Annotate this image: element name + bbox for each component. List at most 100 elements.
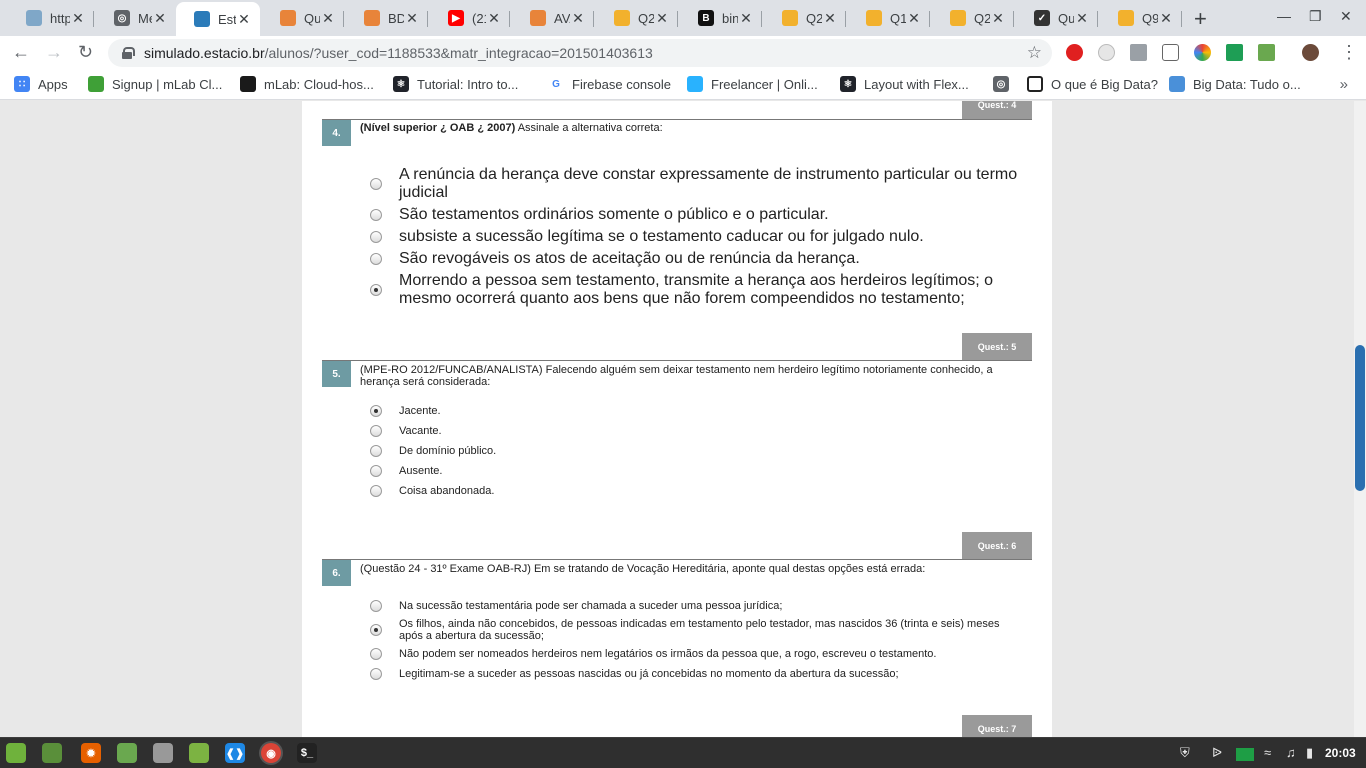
browser-tab[interactable]: Que✕ — [262, 4, 344, 32]
browser-tab[interactable]: AVA✕ — [512, 4, 594, 32]
tab-close-icon[interactable]: ✕ — [906, 10, 922, 27]
tab-close-icon[interactable]: ✕ — [236, 11, 252, 28]
browser-tab[interactable]: Q9 ✕ — [1100, 4, 1182, 32]
answer-option[interactable]: Vacante. — [370, 425, 1020, 437]
answer-radio[interactable] — [370, 178, 382, 190]
answer-option[interactable]: De domínio público. — [370, 445, 1020, 457]
browser-tab[interactable]: http ✕ — [8, 4, 94, 32]
bookmark-item[interactable]: Signup | mLab Cl... — [88, 76, 222, 92]
answer-radio[interactable] — [370, 425, 382, 437]
minimize-icon[interactable]: — — [1277, 8, 1291, 24]
profile-avatar[interactable] — [1302, 44, 1319, 61]
battery-icon[interactable]: ▮ — [1306, 745, 1313, 761]
answer-option[interactable]: subsiste a sucessão legítima se o testam… — [370, 228, 1020, 246]
browser-tab[interactable]: ✓ Que✕ — [1016, 4, 1098, 32]
answer-option[interactable]: Jacente. — [370, 405, 1020, 417]
answer-radio[interactable] — [370, 648, 382, 660]
answer-radio[interactable] — [370, 668, 382, 680]
chrome-icon[interactable]: ◉ — [261, 743, 281, 763]
answer-radio[interactable] — [370, 624, 382, 636]
calculator-icon[interactable] — [117, 743, 137, 763]
answer-radio[interactable] — [370, 253, 382, 265]
sound-icon[interactable]: ♫ — [1286, 745, 1296, 760]
answer-radio[interactable] — [370, 231, 382, 243]
more-bookmarks-icon[interactable]: » — [1340, 76, 1348, 93]
back-icon[interactable]: ← — [12, 42, 30, 63]
answer-radio[interactable] — [370, 445, 382, 457]
tab-close-icon[interactable]: ✕ — [654, 10, 670, 27]
answer-radio[interactable] — [370, 209, 382, 221]
new-tab-button[interactable]: + — [1194, 6, 1207, 32]
tab-close-icon[interactable]: ✕ — [152, 10, 168, 27]
browser-tab[interactable]: ▶ (21)✕ — [430, 4, 510, 32]
bookmark-item[interactable]: Big Data: Tudo o... — [1169, 76, 1301, 92]
tab-close-icon[interactable]: ✕ — [486, 10, 502, 27]
tab-close-icon[interactable]: ✕ — [320, 10, 336, 27]
json-viewer-icon[interactable] — [1162, 44, 1179, 61]
tab-close-icon[interactable]: ✕ — [990, 10, 1006, 27]
browser-tab[interactable]: Q2 ✕ — [764, 4, 846, 32]
extension-face-icon[interactable] — [1098, 44, 1115, 61]
bookmark-item[interactable]: ∷ Apps — [14, 76, 68, 92]
close-window-icon[interactable]: ✕ — [1340, 8, 1352, 25]
browser-tab[interactable]: Esta✕ — [176, 2, 260, 36]
browser-tab[interactable]: Q1 ✕ — [848, 4, 930, 32]
tab-close-icon[interactable]: ✕ — [570, 10, 586, 27]
bookmark-item[interactable]: G Firebase console — [548, 76, 671, 92]
forward-icon[interactable]: → — [45, 42, 63, 63]
wifi-icon[interactable]: ≈ — [1264, 745, 1271, 760]
answer-radio[interactable] — [370, 600, 382, 612]
browser-tab[interactable]: Q2 ✕ — [596, 4, 678, 32]
answer-radio[interactable] — [370, 485, 382, 497]
tools-extension-icon[interactable] — [1258, 44, 1275, 61]
tab-close-icon[interactable]: ✕ — [70, 10, 86, 27]
bookmark-item[interactable]: Freelancer | Onli... — [687, 76, 818, 92]
browser-tab[interactable]: BD0✕ — [346, 4, 428, 32]
browser-tab[interactable]: Q2 ✕ — [932, 4, 1014, 32]
answer-option[interactable]: Na sucessão testamentária pode ser chama… — [370, 600, 1020, 612]
bookmark-item[interactable]: mLab: Cloud-hos... — [240, 76, 374, 92]
tab-close-icon[interactable]: ✕ — [822, 10, 838, 27]
bookmark-star-icon[interactable]: ☆ — [1027, 43, 1042, 63]
show-desktop-icon[interactable] — [42, 743, 62, 763]
vue-devtools-icon[interactable] — [1130, 44, 1147, 61]
color-picker-icon[interactable] — [1194, 44, 1211, 61]
address-bar[interactable]: simulado.estacio.br/alunos/?user_cod=118… — [108, 39, 1052, 67]
answer-option[interactable]: A renúncia da herança deve constar expre… — [370, 166, 1020, 202]
browser-tab[interactable]: ◎ Mei✕ — [96, 4, 176, 32]
bookmark-item[interactable]: O que é Big Data? — [1027, 76, 1158, 92]
reload-icon[interactable]: ↻ — [78, 42, 93, 63]
tab-close-icon[interactable]: ✕ — [404, 10, 420, 27]
answer-option[interactable]: Ausente. — [370, 465, 1020, 477]
shield-icon[interactable]: ⛨ — [1180, 745, 1190, 761]
answer-option[interactable]: Os filhos, ainda não concebidos, de pess… — [370, 618, 1020, 642]
flag-extension-icon[interactable] — [1226, 44, 1243, 61]
answer-radio[interactable] — [370, 284, 382, 296]
firefox-icon[interactable]: ✹ — [81, 743, 101, 763]
tab-close-icon[interactable]: ✕ — [1158, 10, 1174, 27]
mint-menu-icon[interactable] — [6, 743, 26, 763]
brazil-flag-icon[interactable] — [1236, 748, 1254, 761]
answer-option[interactable]: São testamentos ordinários somente o púb… — [370, 206, 1020, 224]
menu-dots-icon[interactable]: ⋮ — [1340, 42, 1358, 63]
answer-option[interactable]: Morrendo a pessoa sem testamento, transm… — [370, 272, 1020, 308]
settings-icon[interactable] — [153, 743, 173, 763]
answer-option[interactable]: Coisa abandonada. — [370, 485, 1020, 497]
scrollbar-thumb[interactable] — [1355, 345, 1365, 491]
vscode-icon[interactable]: ❰❱ — [225, 743, 245, 763]
answer-radio[interactable] — [370, 405, 382, 417]
answer-radio[interactable] — [370, 465, 382, 477]
answer-option[interactable]: Não podem ser nomeados herdeiros nem leg… — [370, 648, 1020, 660]
bookmark-item[interactable]: ⚛ Tutorial: Intro to... — [393, 76, 518, 92]
bookmark-item[interactable]: ◎ — [993, 76, 1017, 92]
files-icon[interactable] — [189, 743, 209, 763]
clock[interactable]: 20:03 — [1325, 746, 1356, 760]
terminal-icon[interactable]: $_ — [297, 743, 317, 763]
bookmark-item[interactable]: ⚛ Layout with Flex... — [840, 76, 969, 92]
adblock-icon[interactable] — [1066, 44, 1083, 61]
browser-tab[interactable]: Bbin ✕ — [680, 4, 762, 32]
answer-option[interactable]: São revogáveis os atos de aceitação ou d… — [370, 250, 1020, 268]
restore-icon[interactable]: ❐ — [1309, 8, 1322, 25]
answer-option[interactable]: Legitimam-se a suceder as pessoas nascid… — [370, 668, 1020, 680]
tab-close-icon[interactable]: ✕ — [1074, 10, 1090, 27]
